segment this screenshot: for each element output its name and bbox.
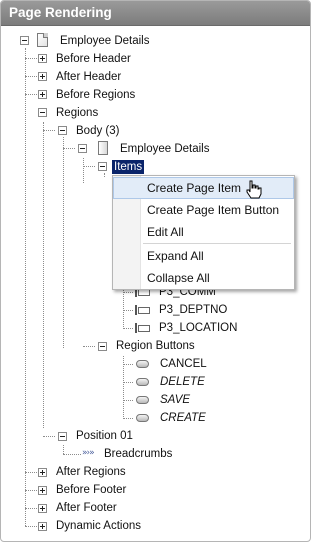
tree-line: [63, 148, 75, 149]
expand-toggle[interactable]: [38, 90, 47, 99]
expand-toggle[interactable]: [38, 72, 47, 81]
page-item-icon: [135, 323, 150, 333]
tree-node-position01[interactable]: Position 01: [76, 429, 133, 443]
tree-line: [43, 436, 55, 437]
tree-node-items[interactable]: Items: [112, 160, 145, 174]
tree-node-button[interactable]: SAVE: [160, 393, 190, 407]
tree-line: [83, 166, 95, 167]
tree-node-button[interactable]: DELETE: [160, 375, 205, 389]
expand-toggle[interactable]: [38, 522, 47, 531]
menu-item-create-page-item[interactable]: Create Page Item: [113, 177, 294, 199]
tree-line: [123, 356, 124, 419]
menu-separator: [143, 243, 291, 244]
expand-toggle[interactable]: [38, 504, 47, 513]
tree-node-button[interactable]: CREATE: [160, 411, 206, 425]
tree-node-button[interactable]: CANCEL: [160, 357, 207, 371]
tree-node-after-regions[interactable]: After Regions: [56, 465, 126, 479]
tree-line: [25, 490, 37, 491]
tree-line: [123, 292, 133, 293]
page-rendering-panel: Page Rendering Employee Details Before H…: [0, 0, 311, 542]
button-icon: [136, 396, 149, 404]
menu-item-edit-all[interactable]: Edit All: [113, 221, 294, 243]
tree-node-after-header[interactable]: After Header: [56, 70, 121, 84]
tree-line: [25, 94, 37, 95]
tree-line: [83, 346, 95, 347]
context-menu: Create Page Item Create Page Item Button…: [112, 175, 295, 290]
panel-title: Page Rendering: [9, 5, 112, 20]
tree-line: [25, 472, 37, 473]
page-icon: [37, 33, 48, 47]
tree-line: [63, 137, 64, 348]
tree-node-body[interactable]: Body (3): [76, 124, 119, 138]
tree-node-before-footer[interactable]: Before Footer: [56, 483, 126, 497]
menu-item-create-page-item-button[interactable]: Create Page Item Button: [113, 199, 294, 221]
tree-node-region-buttons[interactable]: Region Buttons: [116, 339, 195, 353]
tree-line: [123, 284, 124, 329]
tree-line: [43, 122, 44, 428]
tree-node-before-header[interactable]: Before Header: [56, 52, 131, 66]
tree-line: [25, 508, 37, 509]
collapse-toggle[interactable]: [58, 126, 67, 135]
tree-line: [123, 328, 133, 329]
tree-node-breadcrumbs[interactable]: Breadcrumbs: [104, 447, 172, 461]
hand-cursor-icon: [246, 180, 262, 199]
button-icon: [136, 378, 149, 386]
tree-node-before-regions[interactable]: Before Regions: [56, 88, 135, 102]
tree-line: [123, 382, 133, 383]
tree-node-item[interactable]: P3_LOCATION: [159, 321, 237, 335]
tree-line: [83, 158, 84, 183]
tree-node-page[interactable]: Employee Details: [60, 34, 149, 48]
menu-item-expand-all[interactable]: Expand All: [113, 245, 294, 267]
tree-node-region[interactable]: Employee Details: [120, 142, 209, 156]
region-icon: [98, 141, 108, 155]
tree-line: [123, 400, 133, 401]
tree-node-dynamic-actions[interactable]: Dynamic Actions: [56, 519, 141, 533]
tree-line: [63, 445, 64, 454]
collapse-toggle[interactable]: [20, 36, 29, 45]
expand-toggle[interactable]: [38, 486, 47, 495]
expand-toggle[interactable]: [38, 468, 47, 477]
collapse-toggle[interactable]: [98, 342, 107, 351]
tree-line: [25, 58, 37, 59]
tree-line: [123, 418, 133, 419]
tree-line: [25, 526, 37, 527]
tree-line: [123, 310, 133, 311]
tree-line: [123, 364, 133, 365]
tree-line: [63, 454, 81, 455]
page-item-icon: [135, 305, 150, 315]
menu-item-collapse-all[interactable]: Collapse All: [113, 267, 294, 289]
collapse-toggle[interactable]: [98, 162, 107, 171]
tree-line: [104, 173, 105, 177]
tree-node-after-footer[interactable]: After Footer: [56, 501, 117, 515]
tree-node-regions[interactable]: Regions: [56, 106, 98, 120]
panel-header: Page Rendering: [1, 1, 310, 26]
collapse-toggle[interactable]: [58, 432, 67, 441]
collapse-toggle[interactable]: [78, 144, 87, 153]
breadcrumb-icon: »›»: [82, 448, 95, 458]
tree-line: [25, 76, 37, 77]
expand-toggle[interactable]: [38, 54, 47, 63]
button-icon: [136, 414, 149, 422]
tree-line: [43, 130, 55, 131]
button-icon: [136, 360, 149, 368]
tree-node-item[interactable]: P3_DEPTNO: [159, 303, 227, 317]
tree-line: [25, 48, 26, 526]
collapse-toggle[interactable]: [38, 108, 47, 117]
